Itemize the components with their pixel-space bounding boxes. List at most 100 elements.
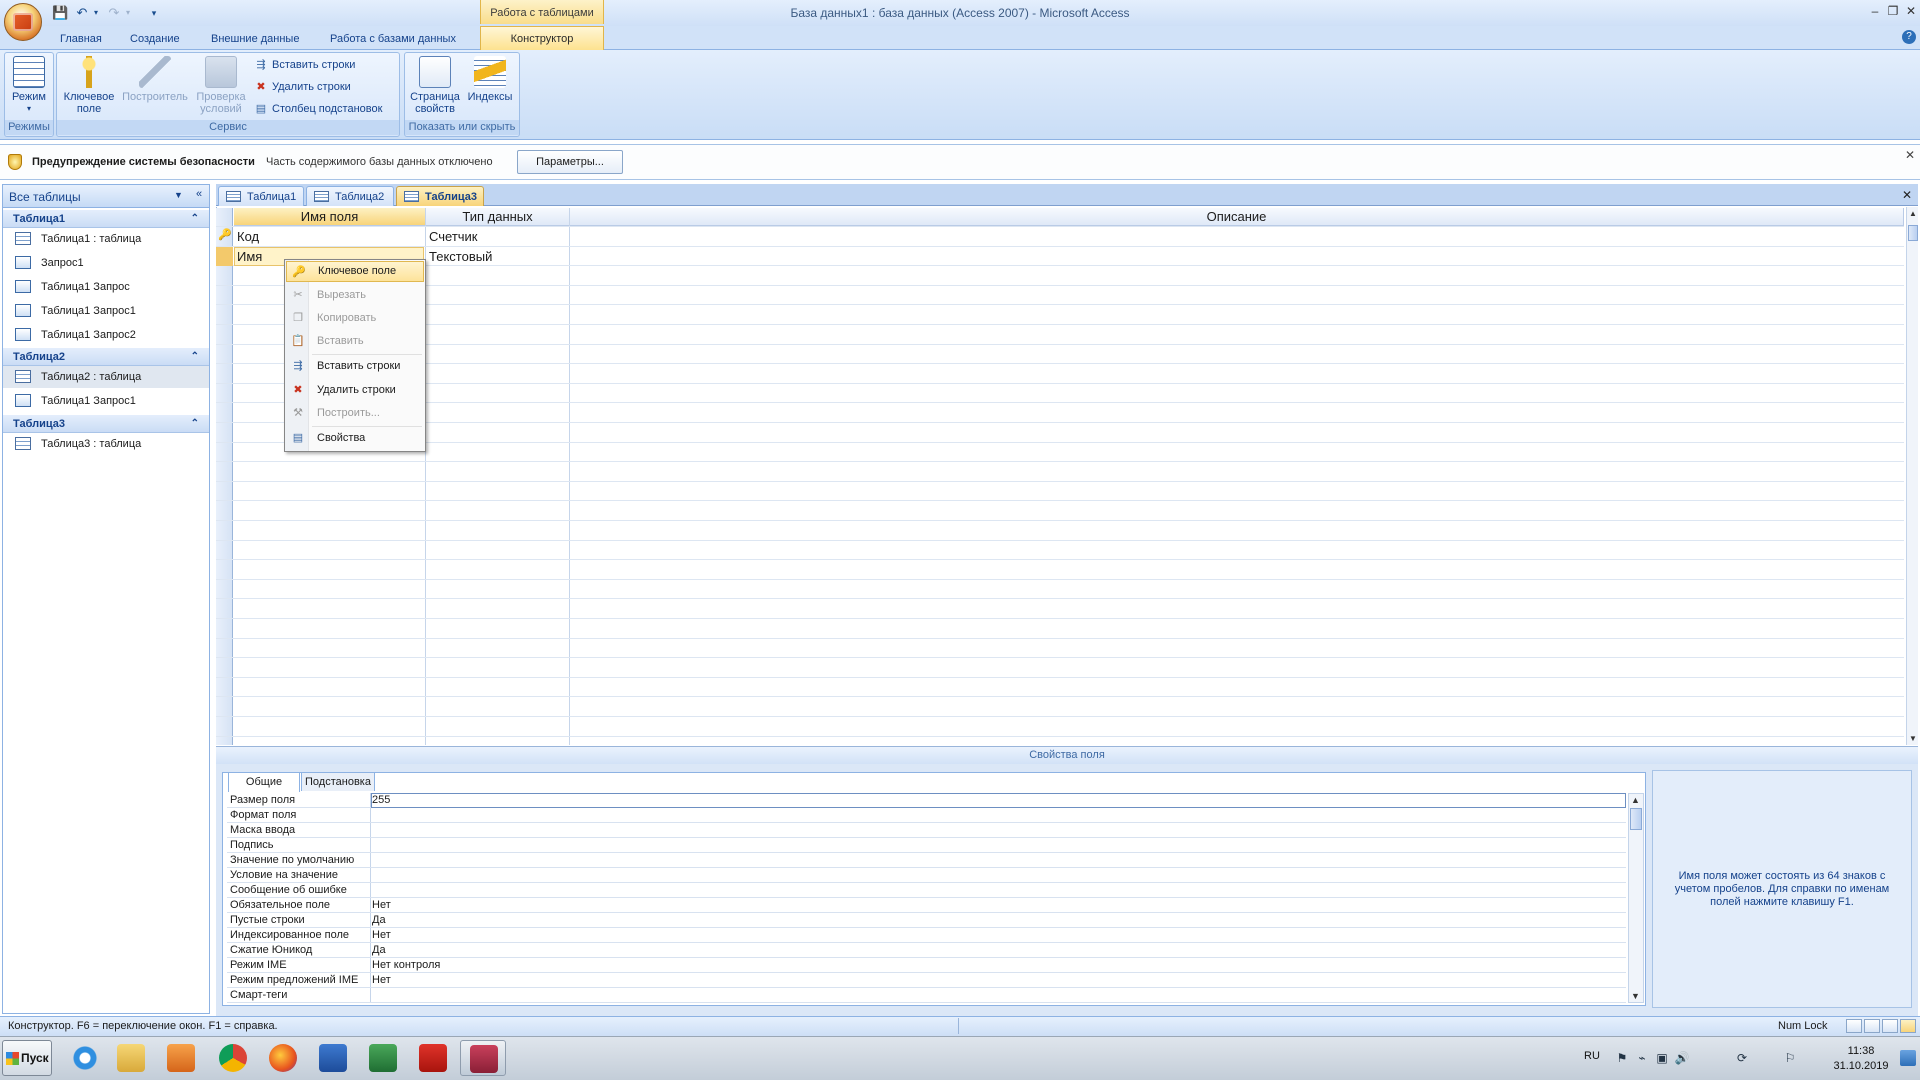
property-row[interactable]: [227, 898, 1626, 913]
property-row[interactable]: [227, 928, 1626, 943]
property-value[interactable]: Да: [372, 913, 386, 928]
taskbar-firefox[interactable]: [260, 1040, 306, 1076]
property-value[interactable]: Нет: [372, 973, 391, 988]
tray-flag-icon[interactable]: ⚐: [1782, 1050, 1798, 1066]
taskbar-chrome[interactable]: [210, 1040, 256, 1076]
language-indicator[interactable]: RU: [1584, 1050, 1600, 1062]
collapse-group-icon[interactable]: ⌃: [191, 415, 199, 433]
property-row[interactable]: [227, 913, 1626, 928]
row-selector-column[interactable]: [216, 208, 233, 745]
nav-item[interactable]: Таблица1 Запрос1: [3, 390, 209, 412]
property-row[interactable]: [227, 838, 1626, 853]
tab-design[interactable]: Конструктор: [480, 26, 604, 51]
column-header-data-type[interactable]: Тип данных: [426, 208, 570, 226]
data-type-cell[interactable]: Счетчик: [426, 227, 566, 246]
tab-lookup[interactable]: Подстановка: [301, 772, 375, 791]
properties-scrollbar[interactable]: ▲ ▼: [1628, 793, 1644, 1003]
nav-item[interactable]: Запрос1: [3, 252, 209, 274]
tab-external-data[interactable]: Внешние данные: [201, 28, 309, 50]
insert-rows-button[interactable]: ⇶ Вставить строки: [254, 56, 355, 74]
close-button[interactable]: ✕: [1902, 2, 1920, 20]
pivot-chart-view-icon[interactable]: [1882, 1019, 1898, 1033]
nav-item[interactable]: Таблица1 Запрос: [3, 276, 209, 298]
property-row[interactable]: [227, 868, 1626, 883]
save-icon[interactable]: 💾: [52, 5, 68, 21]
taskbar-acrobat[interactable]: [410, 1040, 456, 1076]
tray-monitor-icon[interactable]: ▣: [1654, 1050, 1670, 1066]
nav-item[interactable]: Таблица2 : таблица: [3, 366, 209, 388]
menu-item-paste[interactable]: 📋 Вставить: [286, 331, 424, 352]
taskbar-access[interactable]: [460, 1040, 506, 1076]
nav-group-table2[interactable]: Таблица2 ⌃: [3, 348, 209, 366]
property-row[interactable]: [227, 973, 1626, 988]
delete-rows-button[interactable]: ✖ Удалить строки: [254, 78, 350, 96]
nav-item[interactable]: Таблица3 : таблица: [3, 433, 209, 455]
pivot-table-view-icon[interactable]: [1864, 1019, 1880, 1033]
menu-item-cut[interactable]: ✂ Вырезать: [286, 285, 424, 306]
nav-item[interactable]: Таблица1 : таблица: [3, 228, 209, 250]
close-icon[interactable]: ✕: [1903, 148, 1917, 162]
tray-sync-icon[interactable]: ⟳: [1734, 1050, 1750, 1066]
property-value[interactable]: Нет контроля: [372, 958, 440, 973]
doc-tab-table3[interactable]: Таблица3: [396, 186, 484, 206]
menu-item-properties[interactable]: ▤ Свойства: [286, 428, 424, 449]
scroll-down-icon[interactable]: ▼: [1631, 991, 1640, 1001]
row-selector-current[interactable]: [216, 247, 233, 266]
collapse-group-icon[interactable]: ⌃: [191, 348, 199, 366]
tray-volume-icon[interactable]: 🔊: [1674, 1050, 1690, 1066]
property-value[interactable]: Нет: [372, 928, 391, 943]
scroll-thumb[interactable]: [1908, 225, 1918, 241]
property-row[interactable]: [227, 883, 1626, 898]
taskbar-explorer[interactable]: [108, 1040, 154, 1076]
tab-general[interactable]: Общие: [228, 772, 300, 792]
property-row[interactable]: [227, 808, 1626, 823]
design-view-icon[interactable]: [1900, 1019, 1916, 1033]
menu-item-insert-rows[interactable]: ⇶ Вставить строки: [286, 356, 424, 377]
column-header-field-name[interactable]: Имя поля: [234, 208, 426, 226]
taskbar-ie[interactable]: [62, 1040, 108, 1076]
help-icon[interactable]: ?: [1902, 30, 1916, 44]
menu-item-delete-rows[interactable]: ✖ Удалить строки: [286, 380, 424, 401]
collapse-group-icon[interactable]: ⌃: [191, 210, 199, 228]
taskbar-word[interactable]: [310, 1040, 356, 1076]
taskbar-media-player[interactable]: [158, 1040, 204, 1076]
scroll-up-icon[interactable]: ▲: [1909, 209, 1917, 218]
menu-item-build[interactable]: ⚒ Построить...: [286, 403, 424, 424]
taskbar-excel[interactable]: [360, 1040, 406, 1076]
field-name-cell[interactable]: Код: [234, 227, 424, 246]
property-row[interactable]: [227, 823, 1626, 838]
nav-group-table1[interactable]: Таблица1 ⌃: [3, 210, 209, 228]
menu-item-copy[interactable]: ❐ Копировать: [286, 308, 424, 329]
security-params-button[interactable]: Параметры...: [517, 150, 623, 174]
tray-network-icon[interactable]: ⌁: [1634, 1050, 1650, 1066]
indexes-button[interactable]: Индексы: [464, 56, 516, 103]
nav-group-table3[interactable]: Таблица3 ⌃: [3, 415, 209, 433]
undo-dropdown-icon[interactable]: ▾: [88, 5, 104, 21]
tab-create[interactable]: Создание: [120, 28, 190, 50]
collapse-pane-icon[interactable]: «: [192, 188, 206, 202]
scroll-down-icon[interactable]: ▼: [1909, 734, 1917, 743]
nav-item[interactable]: Таблица1 Запрос1: [3, 300, 209, 322]
office-button[interactable]: [4, 3, 42, 41]
key-field-button[interactable]: Ключевое поле: [60, 56, 118, 115]
clock[interactable]: 11:38 31.10.2019: [1826, 1044, 1896, 1074]
check-conditions-button[interactable]: Проверка условий: [192, 56, 250, 115]
doc-tab-table1[interactable]: Таблица1: [218, 186, 304, 206]
property-sheet-button[interactable]: Страница свойств: [408, 56, 462, 115]
mode-button[interactable]: Режим ▾: [8, 56, 50, 115]
property-value[interactable]: Да: [372, 943, 386, 958]
lookup-column-button[interactable]: ▤ Столбец подстановок: [254, 100, 383, 118]
property-value[interactable]: Нет: [372, 898, 391, 913]
minimize-button[interactable]: –: [1866, 2, 1884, 20]
maximize-button[interactable]: ❐: [1884, 2, 1902, 20]
doc-tab-table2[interactable]: Таблица2: [306, 186, 394, 206]
scroll-thumb[interactable]: [1630, 808, 1642, 830]
menu-item-key-field[interactable]: 🔑 Ключевое поле: [286, 261, 424, 282]
tray-user-icon[interactable]: ⚑: [1614, 1050, 1630, 1066]
builder-button[interactable]: Построитель: [120, 56, 190, 103]
scroll-up-icon[interactable]: ▲: [1631, 795, 1640, 805]
tab-database-tools[interactable]: Работа с базами данных: [320, 28, 466, 50]
property-row[interactable]: [227, 853, 1626, 868]
nav-item[interactable]: Таблица1 Запрос2: [3, 324, 209, 346]
start-button[interactable]: Пуск: [2, 1040, 52, 1076]
